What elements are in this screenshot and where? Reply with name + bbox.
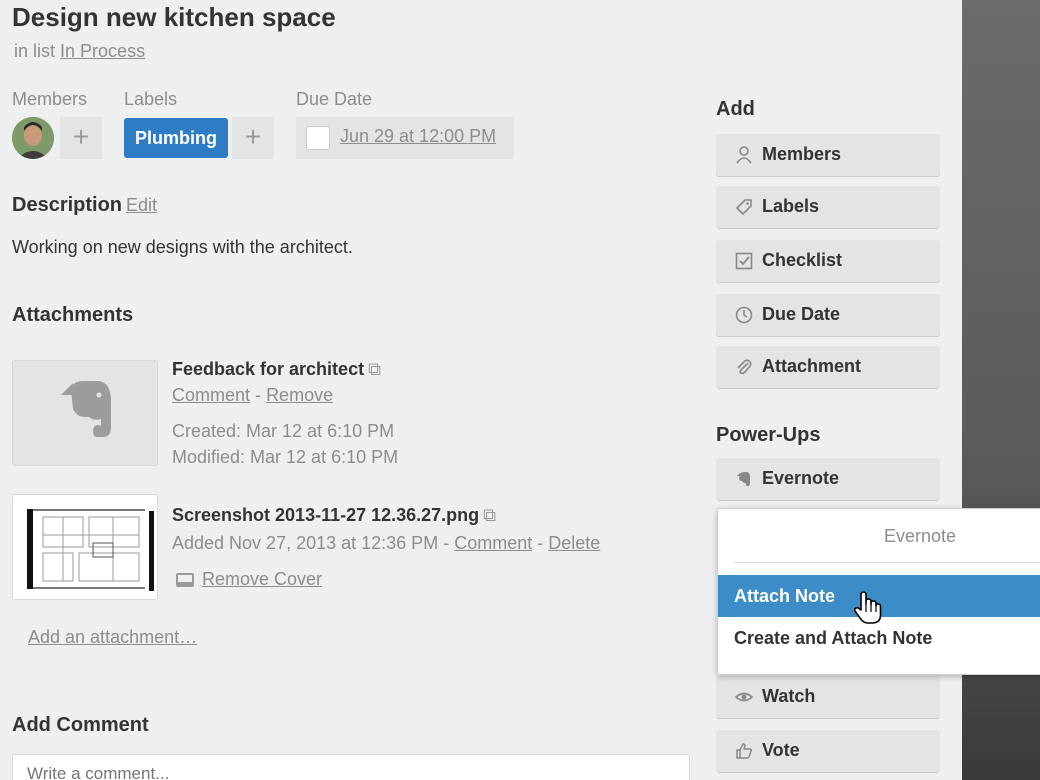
labels-heading: Labels — [124, 89, 178, 109]
clock-icon — [734, 305, 754, 325]
external-link-icon[interactable]: ⧉ — [368, 359, 381, 379]
comment-input[interactable] — [13, 755, 689, 780]
attachment-button-label: Attachment — [762, 356, 862, 376]
attachment-comment-link[interactable]: Comment — [454, 533, 532, 553]
attachment-button[interactable]: Attachment — [716, 346, 940, 388]
add-member-button[interactable]: + — [60, 117, 102, 159]
watch-button[interactable]: Watch — [716, 676, 940, 718]
members-button[interactable]: Members — [716, 134, 940, 176]
thumbs-up-icon — [734, 741, 754, 761]
description-text[interactable]: Working on new designs with the architec… — [12, 237, 353, 258]
in-list-line: in list In Process — [14, 41, 145, 62]
attachment-remove-link[interactable]: Remove — [266, 385, 333, 405]
due-date-box[interactable]: Jun 29 at 12:00 PM — [296, 117, 514, 159]
vote-button-label: Vote — [762, 740, 800, 760]
attachment-comment-link[interactable]: Comment — [172, 385, 250, 405]
evernote-button-label: Evernote — [762, 468, 840, 488]
popup-title: Evernote — [883, 526, 957, 546]
add-label-button[interactable]: + — [232, 117, 274, 159]
due-date-heading: Due Date — [296, 89, 373, 109]
due-date-checkbox[interactable] — [306, 126, 330, 150]
add-comment-heading: Add Comment — [12, 714, 149, 736]
attachment-delete-link[interactable]: Delete — [548, 533, 600, 553]
evernote-button[interactable]: Evernote — [716, 458, 940, 500]
members-heading: Members — [12, 89, 88, 109]
cover-icon — [176, 573, 194, 588]
checkbox-icon — [734, 251, 754, 271]
add-heading: Add — [716, 98, 755, 120]
remove-cover-link[interactable]: Remove Cover — [202, 569, 322, 589]
tag-icon — [734, 197, 754, 217]
evernote-elephant-icon — [61, 381, 111, 437]
separator: - — [255, 385, 262, 405]
popup-divider — [734, 562, 1040, 563]
separator: - — [443, 533, 450, 553]
separator: - — [537, 533, 544, 553]
powerups-heading: Power-Ups — [716, 424, 821, 446]
avatar[interactable] — [12, 117, 54, 159]
external-link-icon[interactable]: ⧉ — [483, 505, 496, 525]
attachment-added: Added Nov 27, 2013 at 12:36 PM — [172, 533, 439, 553]
members-button-label: Members — [762, 144, 842, 164]
due-date-button-label: Due Date — [762, 304, 841, 324]
attachment-actions-2: Added Nov 27, 2013 at 12:36 PM - Comment… — [172, 533, 600, 554]
add-attachment-link[interactable]: Add an attachment… — [28, 627, 197, 648]
person-icon — [734, 145, 754, 165]
attachments-heading: Attachments — [12, 304, 134, 326]
attachment-created: Created: Mar 12 at 6:10 PM — [172, 421, 395, 441]
floorplan-thumbnail-image — [13, 495, 157, 599]
list-link[interactable]: In Process — [60, 41, 145, 61]
due-date-value[interactable]: Jun 29 at 12:00 PM — [340, 126, 496, 147]
hand-pointer-icon — [852, 590, 886, 626]
attachment-modified: Modified: Mar 12 at 6:10 PM — [172, 447, 399, 467]
description-edit-link[interactable]: Edit — [126, 195, 157, 215]
attachment-thumbnail-screenshot[interactable] — [12, 494, 158, 600]
card-title[interactable]: Design new kitchen space — [12, 2, 336, 33]
in-list-prefix: in list — [14, 41, 56, 61]
checklist-button[interactable]: Checklist — [716, 240, 940, 282]
attachment-title[interactable]: Feedback for architect — [172, 359, 364, 379]
comment-box[interactable] — [12, 754, 690, 780]
attachment-name-2[interactable]: Screenshot 2013-11-27 12.36.27.png ⧉ — [172, 505, 496, 526]
remove-cover-row: Remove Cover — [172, 569, 322, 590]
vote-button[interactable]: Vote — [716, 730, 940, 772]
evernote-icon — [734, 469, 754, 489]
description-heading: Description Edit — [12, 194, 157, 217]
labels-button-label: Labels — [762, 196, 820, 216]
attachment-name-1[interactable]: Feedback for architect ⧉ — [172, 359, 381, 380]
attachment-title[interactable]: Screenshot 2013-11-27 12.36.27.png — [172, 505, 479, 525]
attachment-thumbnail-evernote[interactable] — [12, 360, 158, 466]
attachment-actions-1: Comment - Remove — [172, 385, 333, 406]
due-date-button[interactable]: Due Date — [716, 294, 940, 336]
paperclip-icon — [734, 357, 754, 377]
label-chip-plumbing[interactable]: Plumbing — [124, 118, 228, 158]
description-title: Description — [12, 194, 123, 216]
labels-button[interactable]: Labels — [716, 186, 940, 228]
checklist-button-label: Checklist — [762, 250, 843, 270]
eye-icon — [734, 687, 754, 707]
watch-button-label: Watch — [762, 686, 816, 706]
